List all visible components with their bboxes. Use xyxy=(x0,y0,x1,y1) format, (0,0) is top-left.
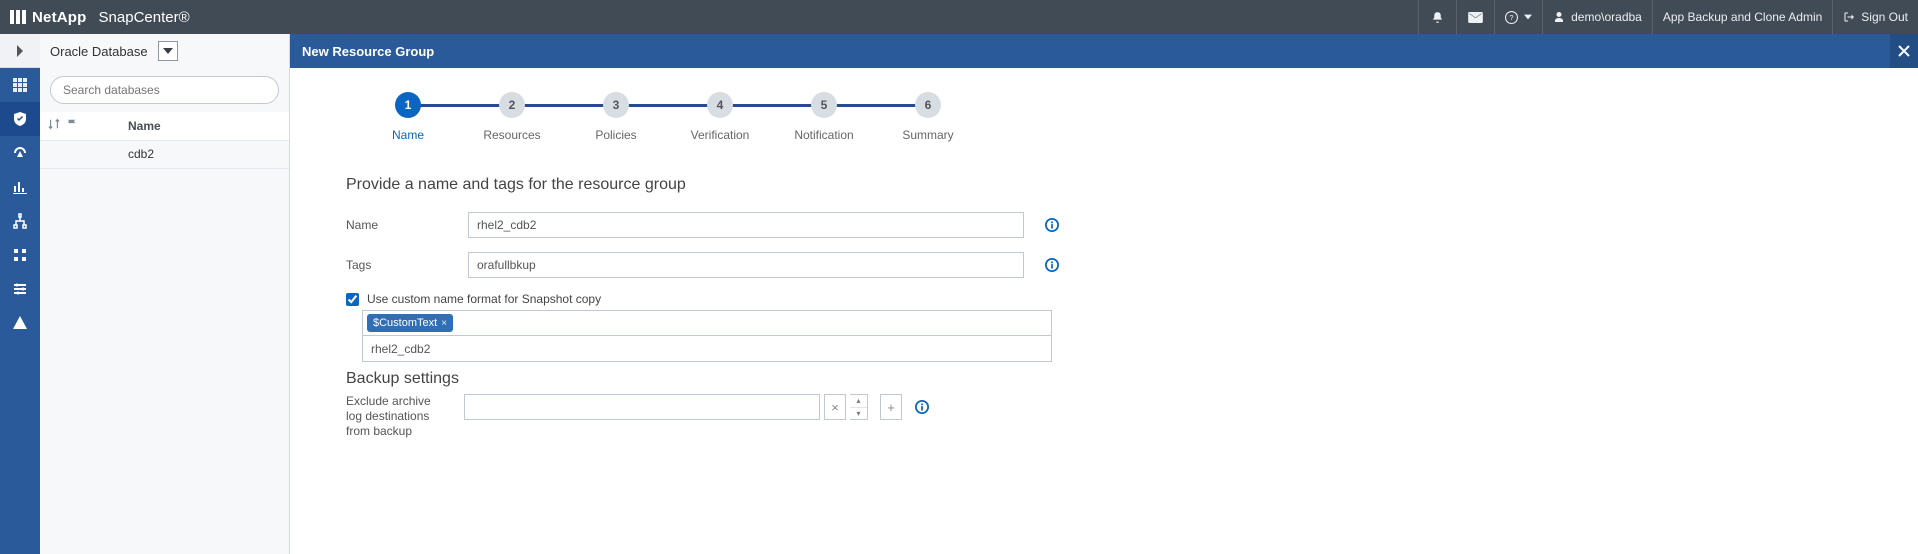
user-label: demo\oradba xyxy=(1571,10,1642,24)
rail-expand-button[interactable] xyxy=(0,34,40,68)
table-row[interactable]: cdb2 xyxy=(40,140,289,168)
role-label[interactable]: App Backup and Clone Admin xyxy=(1652,0,1832,34)
wizard-step-resources[interactable]: 2 Resources xyxy=(460,92,564,142)
format-token-box[interactable]: $CustomText × xyxy=(362,310,1052,336)
stepper-down[interactable]: ▾ xyxy=(850,408,867,420)
caret-down-icon xyxy=(1524,14,1532,20)
user-icon xyxy=(1553,11,1565,23)
grid-icon xyxy=(12,77,28,93)
exclude-destination-input[interactable] xyxy=(464,394,820,420)
info-exclude[interactable] xyxy=(914,399,930,415)
wizard-step-policies[interactable]: 3 Policies xyxy=(564,92,668,142)
gauge-icon xyxy=(12,145,28,161)
form-heading: Provide a name and tags for the resource… xyxy=(346,176,1862,194)
backup-settings-heading: Backup settings xyxy=(346,370,1862,388)
mail-icon xyxy=(1468,12,1483,23)
exclude-clear-button[interactable]: × xyxy=(824,394,846,420)
rail-monitor[interactable] xyxy=(0,136,40,170)
sort-icon xyxy=(48,118,60,130)
side-context-label: Oracle Database xyxy=(50,44,148,59)
help-button[interactable]: ? xyxy=(1494,0,1542,34)
wizard-step-summary[interactable]: 6 Summary xyxy=(876,92,980,142)
side-panel: Oracle Database Name xyxy=(40,34,290,554)
wizard-step-name[interactable]: 1 Name xyxy=(356,92,460,142)
brand-company: NetApp xyxy=(32,9,87,26)
wizard-step-notification[interactable]: 5 Notification xyxy=(772,92,876,142)
user-menu[interactable]: demo\oradba xyxy=(1542,0,1652,34)
messages-button[interactable] xyxy=(1456,0,1494,34)
close-button[interactable] xyxy=(1890,34,1918,68)
notifications-button[interactable] xyxy=(1418,0,1456,34)
info-tags[interactable] xyxy=(1044,257,1060,273)
info-icon xyxy=(1045,258,1059,272)
exclude-add-button[interactable]: + xyxy=(880,394,902,420)
search-input[interactable] xyxy=(50,76,279,104)
rail-storage[interactable] xyxy=(0,238,40,272)
brand-product: SnapCenter® xyxy=(99,9,190,26)
brand: NetApp SnapCenter® xyxy=(10,9,190,26)
topbar: NetApp SnapCenter® ? demo\oradba App Bac… xyxy=(0,0,1918,34)
help-icon: ? xyxy=(1505,11,1518,24)
column-actions[interactable] xyxy=(40,112,120,140)
bell-icon xyxy=(1431,11,1444,24)
page-title: New Resource Group xyxy=(302,44,434,59)
rail-reports[interactable] xyxy=(0,170,40,204)
rail-nav xyxy=(0,34,40,554)
rail-alerts[interactable] xyxy=(0,306,40,340)
chevron-right-icon xyxy=(12,43,28,59)
close-icon xyxy=(1898,45,1910,57)
page-header: New Resource Group xyxy=(290,34,1918,68)
db-name: cdb2 xyxy=(128,147,154,161)
svg-text:?: ? xyxy=(1510,13,1514,22)
flag-icon xyxy=(66,118,78,130)
exclude-stepper[interactable]: ▴ ▾ xyxy=(850,394,868,420)
custom-format-checkbox[interactable] xyxy=(346,293,359,306)
side-context-dropdown[interactable] xyxy=(158,41,178,61)
info-name[interactable] xyxy=(1044,217,1060,233)
format-token[interactable]: $CustomText × xyxy=(367,314,453,332)
storage-icon xyxy=(12,247,28,263)
wizard-step-verification[interactable]: 4 Verification xyxy=(668,92,772,142)
label-tags: Tags xyxy=(346,258,448,272)
label-exclude: Exclude archive log destinations from ba… xyxy=(346,394,448,439)
topology-icon xyxy=(12,213,28,229)
label-name: Name xyxy=(346,218,448,232)
side-context-selector[interactable]: Oracle Database xyxy=(40,34,289,68)
signout-button[interactable]: Sign Out xyxy=(1832,0,1918,34)
token-remove[interactable]: × xyxy=(441,318,447,329)
label-custom-format: Use custom name format for Snapshot copy xyxy=(367,292,601,306)
brand-logo-icon xyxy=(10,10,26,24)
format-value-input[interactable] xyxy=(362,336,1052,362)
stepper-up[interactable]: ▴ xyxy=(850,395,867,408)
rail-settings[interactable] xyxy=(0,272,40,306)
signout-label: Sign Out xyxy=(1861,10,1908,24)
info-icon xyxy=(915,400,929,414)
rail-dashboard[interactable] xyxy=(0,68,40,102)
rail-hosts[interactable] xyxy=(0,204,40,238)
shield-check-icon xyxy=(12,111,28,127)
chart-icon xyxy=(12,179,28,195)
sliders-icon xyxy=(12,281,28,297)
info-icon xyxy=(1045,218,1059,232)
rail-resources[interactable] xyxy=(0,102,40,136)
wizard: 1 Name 2 Resources 3 Policies 4 xyxy=(356,92,1862,142)
signout-icon xyxy=(1843,11,1855,23)
caret-down-icon xyxy=(163,46,173,56)
alert-icon xyxy=(12,315,28,331)
tags-input[interactable] xyxy=(468,252,1024,278)
name-input[interactable] xyxy=(468,212,1024,238)
column-name[interactable]: Name xyxy=(120,112,289,140)
